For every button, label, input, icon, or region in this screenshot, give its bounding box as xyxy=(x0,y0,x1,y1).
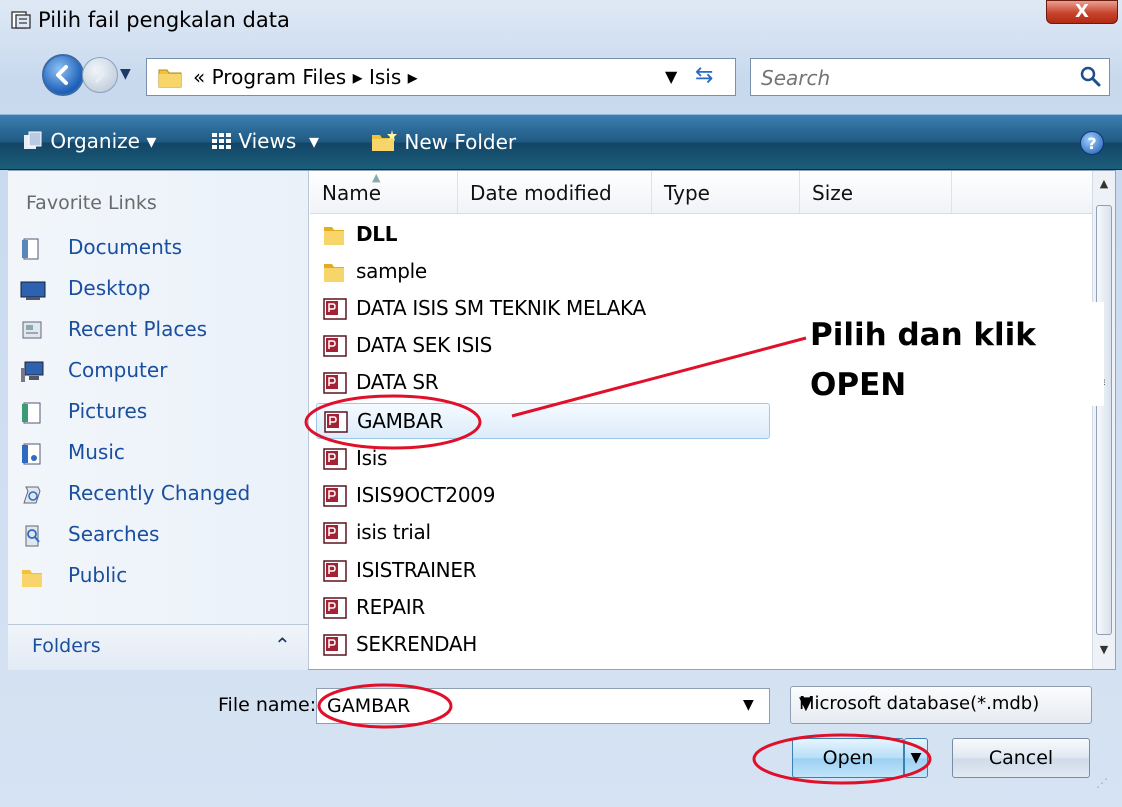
annotation-overlay xyxy=(304,336,932,785)
open-file-dialog: Pilih fail pengkalan data X ▼ « Program … xyxy=(0,0,1122,807)
highlight-ellipse-selected-file xyxy=(304,394,482,450)
highlight-ellipse-open-button xyxy=(752,733,932,785)
highlight-ellipse-file-name xyxy=(317,683,453,729)
pointer-line xyxy=(511,336,807,418)
